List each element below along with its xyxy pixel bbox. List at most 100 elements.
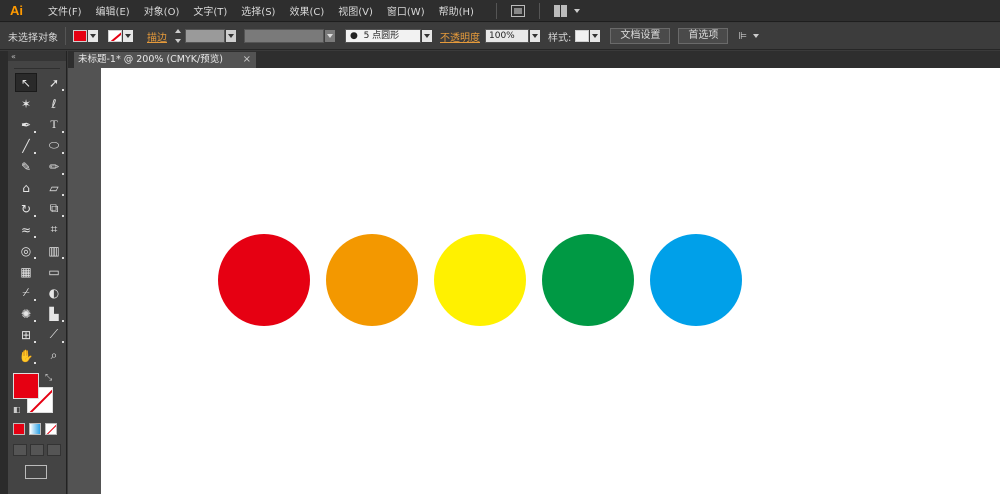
artboard-icon[interactable]: ⊞: [15, 325, 37, 344]
variable-width-profile[interactable]: [244, 29, 324, 43]
selection-icon[interactable]: ↖: [15, 73, 37, 92]
type-icon[interactable]: T: [43, 115, 65, 134]
menu-edit[interactable]: 编辑(E): [96, 3, 130, 18]
column-graph-icon[interactable]: ▙: [43, 304, 65, 323]
menu-view[interactable]: 视图(V): [338, 3, 373, 18]
stroke-weight-field[interactable]: [185, 29, 225, 43]
left-panel-strip: [0, 51, 8, 494]
opacity-dropdown[interactable]: [530, 30, 540, 42]
none-mode-icon[interactable]: [45, 423, 57, 435]
document-area: 未标题-1* @ 200% (CMYK/预览) ×: [68, 51, 1000, 494]
perspective-grid-icon[interactable]: ▥: [43, 241, 65, 260]
gradient-icon[interactable]: ▭: [43, 262, 65, 281]
menu-select[interactable]: 选择(S): [241, 3, 275, 18]
draw-mode-row: [13, 444, 61, 456]
close-icon[interactable]: ×: [243, 52, 251, 68]
scale-icon[interactable]: ⧉: [43, 199, 65, 218]
preferences-button[interactable]: 首选项: [678, 28, 729, 44]
stroke-weight-stepper[interactable]: [175, 29, 183, 43]
zoom-icon[interactable]: ⌕: [43, 346, 65, 365]
swap-fill-stroke-icon[interactable]: ⤡: [45, 373, 55, 383]
fill-swatch[interactable]: [13, 373, 39, 399]
green-circle[interactable]: [542, 234, 634, 326]
paintbrush-icon[interactable]: ✎: [15, 157, 37, 176]
magic-wand-icon[interactable]: ✶: [15, 94, 37, 113]
stroke-dropdown[interactable]: [123, 30, 133, 42]
artboard[interactable]: [101, 68, 1000, 494]
draw-behind-icon[interactable]: [30, 444, 44, 456]
orange-circle[interactable]: [326, 234, 418, 326]
chevron-down-icon[interactable]: [573, 8, 580, 13]
align-icon[interactable]: ⊫: [738, 31, 747, 42]
graphic-style-swatch[interactable]: [575, 30, 590, 42]
tools-panel: « ↖ ➚ ✶ ℓ ✒ T ╱ ⬭ ✎ ✏ ⌂ ▱ ↻ ⧉ ≈ ⌗ ◎ ▥ ▦ …: [8, 51, 67, 494]
red-circle[interactable]: [218, 234, 310, 326]
brush-definition[interactable]: ● 5 点圆形: [345, 29, 421, 43]
fill-stroke-controls: ⤡ ◧: [13, 373, 61, 419]
line-segment-icon[interactable]: ╱: [15, 136, 37, 155]
fill-dropdown[interactable]: [88, 30, 98, 42]
eraser-icon[interactable]: ▱: [43, 178, 65, 197]
mesh-icon[interactable]: ▦: [15, 262, 37, 281]
menu-effect[interactable]: 效果(C): [289, 3, 324, 18]
ellipse-icon[interactable]: ⬭: [43, 136, 65, 155]
color-mode-row: [13, 423, 57, 435]
stroke-color-swatch[interactable]: [108, 30, 122, 42]
lasso-icon[interactable]: ℓ: [43, 94, 65, 113]
tools-panel-header[interactable]: «: [8, 51, 66, 61]
eyedropper-icon[interactable]: ⌿: [15, 283, 37, 302]
app-logo: Ai: [10, 2, 23, 18]
document-setup-button[interactable]: 文档设置: [610, 28, 671, 44]
brush-dropdown[interactable]: [422, 30, 432, 42]
opacity-field[interactable]: 100%: [485, 29, 529, 43]
rotate-icon[interactable]: ↻: [15, 199, 37, 218]
opacity-panel-link[interactable]: 不透明度: [440, 29, 480, 44]
artwork: [218, 234, 742, 326]
menu-help[interactable]: 帮助(H): [439, 3, 474, 18]
slice-icon[interactable]: ⟋: [43, 325, 65, 344]
selection-status: 未选择对象: [8, 32, 58, 44]
blob-brush-icon[interactable]: ⌂: [15, 178, 37, 197]
shape-builder-icon[interactable]: ◎: [15, 241, 37, 260]
default-fill-stroke-icon[interactable]: ◧: [13, 405, 22, 414]
brush-name: 5 点圆形: [363, 31, 400, 41]
symbol-sprayer-icon[interactable]: ✺: [15, 304, 37, 323]
blue-circle[interactable]: [650, 234, 742, 326]
draw-inside-icon[interactable]: [47, 444, 61, 456]
menu-bar: Ai 文件(F) 编辑(E) 对象(O) 文字(T) 选择(S) 效果(C) 视…: [0, 0, 1000, 22]
document-tab[interactable]: 未标题-1* @ 200% (CMYK/预览) ×: [74, 52, 256, 68]
menu-object[interactable]: 对象(O): [144, 3, 180, 18]
fill-color-swatch[interactable]: [73, 30, 87, 42]
collapse-icon[interactable]: «: [11, 52, 16, 61]
width-icon[interactable]: ≈: [15, 220, 37, 239]
draw-normal-icon[interactable]: [13, 444, 27, 456]
stroke-weight-dropdown[interactable]: [226, 30, 236, 42]
tools-grid: ↖ ➚ ✶ ℓ ✒ T ╱ ⬭ ✎ ✏ ⌂ ▱ ↻ ⧉ ≈ ⌗ ◎ ▥ ▦ ▭ …: [8, 69, 66, 365]
direct-selection-icon[interactable]: ➚: [43, 73, 65, 92]
pencil-icon[interactable]: ✏: [43, 157, 65, 176]
menu-window[interactable]: 窗口(W): [387, 3, 425, 18]
profile-dropdown[interactable]: [325, 30, 335, 42]
menu-type[interactable]: 文字(T): [193, 3, 227, 18]
hand-icon[interactable]: ✋: [15, 346, 37, 365]
arrange-documents-icon[interactable]: [553, 4, 568, 17]
bridge-icon[interactable]: [510, 4, 525, 17]
pasteboard-left: [68, 68, 101, 494]
pen-icon[interactable]: ✒: [15, 115, 37, 134]
gradient-mode-icon[interactable]: [29, 423, 41, 435]
control-bar: 未选择对象 描边 ● 5 点圆形 不透明度 100% 样式: 文档设置 首选项 …: [0, 23, 1000, 50]
yellow-circle[interactable]: [434, 234, 526, 326]
screen-mode-icon[interactable]: [25, 465, 47, 479]
color-mode-icon[interactable]: [13, 423, 25, 435]
chevron-down-icon[interactable]: [753, 34, 760, 38]
stroke-panel-link[interactable]: 描边: [147, 29, 167, 44]
tools-panel-grip[interactable]: [14, 61, 60, 69]
menu-divider: [495, 2, 497, 19]
menu-file[interactable]: 文件(F): [48, 3, 82, 18]
blend-icon[interactable]: ◐: [43, 283, 65, 302]
control-divider: [65, 27, 66, 45]
graphic-style-dropdown[interactable]: [590, 30, 601, 42]
document-tab-bar: 未标题-1* @ 200% (CMYK/预览) ×: [68, 51, 1000, 68]
style-label: 样式:: [548, 32, 572, 44]
free-transform-icon[interactable]: ⌗: [43, 220, 65, 239]
